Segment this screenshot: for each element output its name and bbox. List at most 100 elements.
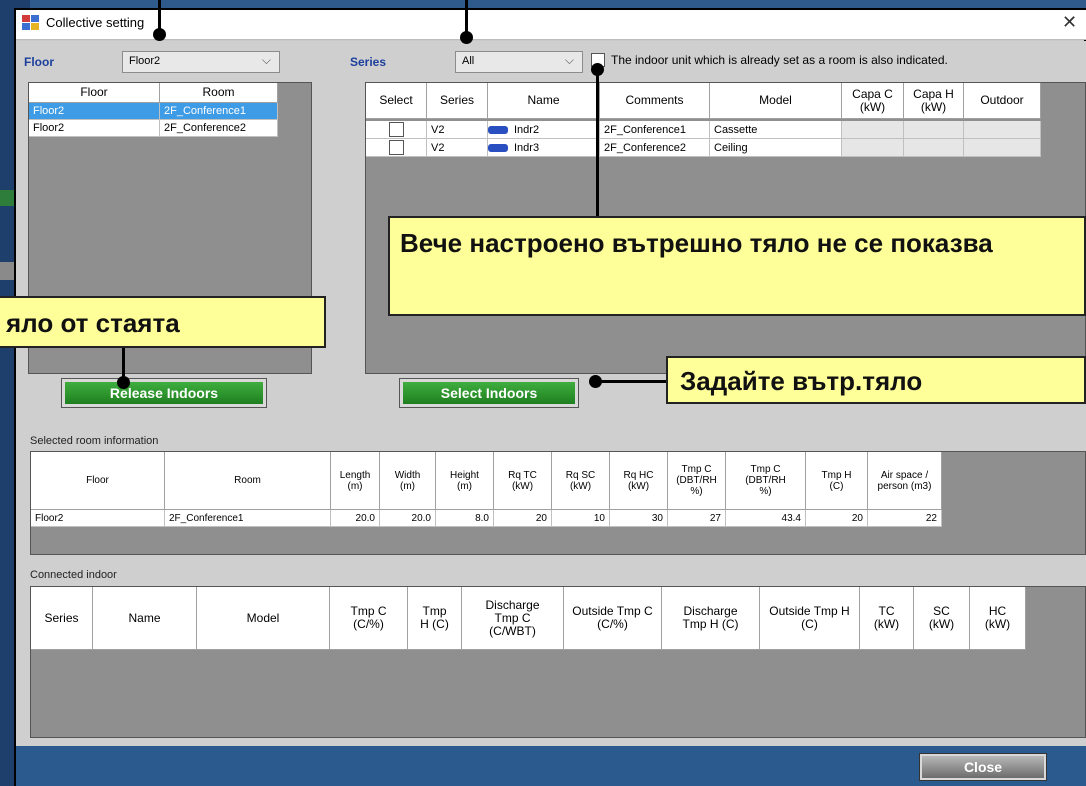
- connected-header-tmp-h[interactable]: Tmp H (C): [408, 587, 462, 650]
- callout-dot: [460, 31, 473, 44]
- room-info-header-length[interactable]: Length (m): [331, 452, 380, 510]
- room-info-header-tmp-h[interactable]: Tmp H (C): [806, 452, 868, 510]
- indoor-name: Indr3: [514, 141, 540, 154]
- app-icon: [22, 15, 40, 31]
- room-list-header-floor[interactable]: Floor: [29, 83, 160, 103]
- callout-from-room: яло от стаята: [0, 296, 326, 348]
- indoor-model[interactable]: Cassette: [710, 121, 842, 139]
- callout-leader-line: [596, 380, 668, 383]
- room-info-header-height[interactable]: Height (m): [436, 452, 494, 510]
- room-info-header-width[interactable]: Width (m): [380, 452, 436, 510]
- indoor-comments[interactable]: 2F_Conference2: [600, 139, 710, 157]
- select-cell[interactable]: [366, 121, 427, 139]
- indoor-unit-icon: [488, 125, 508, 134]
- indoor-header-name[interactable]: Name: [488, 83, 600, 119]
- series-label: Series: [350, 55, 387, 69]
- room-info-rq-sc[interactable]: 10: [552, 510, 610, 527]
- title-bar: [16, 10, 1086, 40]
- callout-set-indoor: Задайте вътр.тяло: [666, 356, 1086, 404]
- indoor-capa-c[interactable]: [842, 121, 904, 139]
- room-info-air-space[interactable]: 22: [868, 510, 942, 527]
- room-row-floor[interactable]: Floor2: [29, 120, 160, 137]
- callout-dot: [591, 63, 604, 76]
- room-info-height[interactable]: 8.0: [436, 510, 494, 527]
- connected-header-series[interactable]: Series: [31, 587, 93, 650]
- close-button[interactable]: Close: [919, 753, 1047, 781]
- room-info-tmp-c-2[interactable]: 43.4: [726, 510, 806, 527]
- room-info-header-floor[interactable]: Floor: [31, 452, 165, 510]
- callout-already-set-not-shown: Вече настроено вътрешно тяло не се показ…: [388, 216, 1086, 316]
- select-indoors-button[interactable]: Select Indoors: [399, 378, 579, 408]
- indoor-outdoor[interactable]: [964, 121, 1041, 139]
- close-icon[interactable]: ✕: [1062, 12, 1077, 33]
- callout-dot: [117, 376, 130, 389]
- indoor-capa-h[interactable]: [904, 139, 964, 157]
- floor-dropdown-value: Floor2: [129, 55, 161, 67]
- room-info-length[interactable]: 20.0: [331, 510, 380, 527]
- room-row-room[interactable]: 2F_Conference1: [160, 103, 278, 120]
- room-info-header-rq-tc[interactable]: Rq TC (kW): [494, 452, 552, 510]
- room-info-rq-hc[interactable]: 30: [610, 510, 668, 527]
- room-info-floor[interactable]: Floor2: [31, 510, 165, 527]
- series-dropdown[interactable]: All ⌵: [455, 51, 583, 73]
- indoor-capa-c[interactable]: [842, 139, 904, 157]
- indoor-header-capa-h[interactable]: Capa H (kW): [904, 83, 964, 119]
- connected-header-tmp-c[interactable]: Tmp C (C/%): [330, 587, 408, 650]
- indoor-series[interactable]: V2: [427, 121, 488, 139]
- connected-header-discharge-tmp-c[interactable]: Discharge Tmp C (C/WBT): [462, 587, 564, 650]
- room-list-header-room[interactable]: Room: [160, 83, 278, 103]
- callout-dot: [153, 28, 166, 41]
- room-row-floor[interactable]: Floor2: [29, 103, 160, 120]
- select-checkbox[interactable]: [388, 122, 404, 137]
- indoor-header-outdoor[interactable]: Outdoor: [964, 83, 1041, 119]
- indoor-unit-icon: [488, 143, 508, 152]
- background-strip: [0, 190, 14, 206]
- room-info-header-tmp-c-2[interactable]: Tmp C (DBT/RH %): [726, 452, 806, 510]
- series-dropdown-value: All: [462, 55, 475, 67]
- connected-header-outside-tmp-c[interactable]: Outside Tmp C (C/%): [564, 587, 662, 650]
- select-cell[interactable]: [366, 139, 427, 157]
- room-info-header-rq-sc[interactable]: Rq SC (kW): [552, 452, 610, 510]
- indoor-header-model[interactable]: Model: [710, 83, 842, 119]
- room-info-room[interactable]: 2F_Conference1: [165, 510, 331, 527]
- indoor-capa-h[interactable]: [904, 121, 964, 139]
- window-title: Collective setting: [46, 15, 145, 30]
- release-indoors-button[interactable]: Release Indoors: [61, 378, 267, 408]
- indoor-outdoor[interactable]: [964, 139, 1041, 157]
- connected-header-model[interactable]: Model: [197, 587, 330, 650]
- room-info-tmp-c-1[interactable]: 27: [668, 510, 726, 527]
- indoor-header-capa-c[interactable]: Capa C (kW): [842, 83, 904, 119]
- selected-room-label: Selected room information: [30, 435, 159, 447]
- indoor-header-series[interactable]: Series: [427, 83, 488, 119]
- room-info-rq-tc[interactable]: 20: [494, 510, 552, 527]
- indoor-header-select[interactable]: Select: [366, 83, 427, 119]
- indoor-name-cell[interactable]: Indr3: [488, 139, 600, 157]
- connected-header-hc[interactable]: HC (kW): [970, 587, 1026, 650]
- indoor-series[interactable]: V2: [427, 139, 488, 157]
- room-row-room[interactable]: 2F_Conference2: [160, 120, 278, 137]
- indoor-header-comments[interactable]: Comments: [600, 83, 710, 119]
- connected-header-tc[interactable]: TC (kW): [860, 587, 914, 650]
- room-info-width[interactable]: 20.0: [380, 510, 436, 527]
- room-info-header-rq-hc[interactable]: Rq HC (kW): [610, 452, 668, 510]
- room-info-tmp-h[interactable]: 20: [806, 510, 868, 527]
- show-set-units-label: The indoor unit which is already set as …: [611, 53, 948, 67]
- connected-header-name[interactable]: Name: [93, 587, 197, 650]
- connected-header-sc[interactable]: SC (kW): [914, 587, 970, 650]
- floor-label: Floor: [24, 55, 54, 69]
- indoor-comments[interactable]: 2F_Conference1: [600, 121, 710, 139]
- indoor-name: Indr2: [514, 123, 540, 136]
- select-checkbox[interactable]: [388, 140, 404, 155]
- floor-dropdown[interactable]: Floor2 ⌵: [122, 51, 280, 73]
- connected-header-discharge-tmp-h[interactable]: Discharge Tmp H (C): [662, 587, 760, 650]
- callout-leader-line: [596, 66, 599, 218]
- room-info-header-tmp-c-1[interactable]: Tmp C (DBT/RH %): [668, 452, 726, 510]
- room-info-header-room[interactable]: Room: [165, 452, 331, 510]
- background-strip: [0, 262, 14, 280]
- callout-dot: [589, 375, 602, 388]
- connected-header-outside-tmp-h[interactable]: Outside Tmp H (C): [760, 587, 860, 650]
- room-info-header-air-space[interactable]: Air space / person (m3): [868, 452, 942, 510]
- indoor-model[interactable]: Ceiling: [710, 139, 842, 157]
- chevron-down-icon: ⌵: [261, 53, 271, 67]
- indoor-name-cell[interactable]: Indr2: [488, 121, 600, 139]
